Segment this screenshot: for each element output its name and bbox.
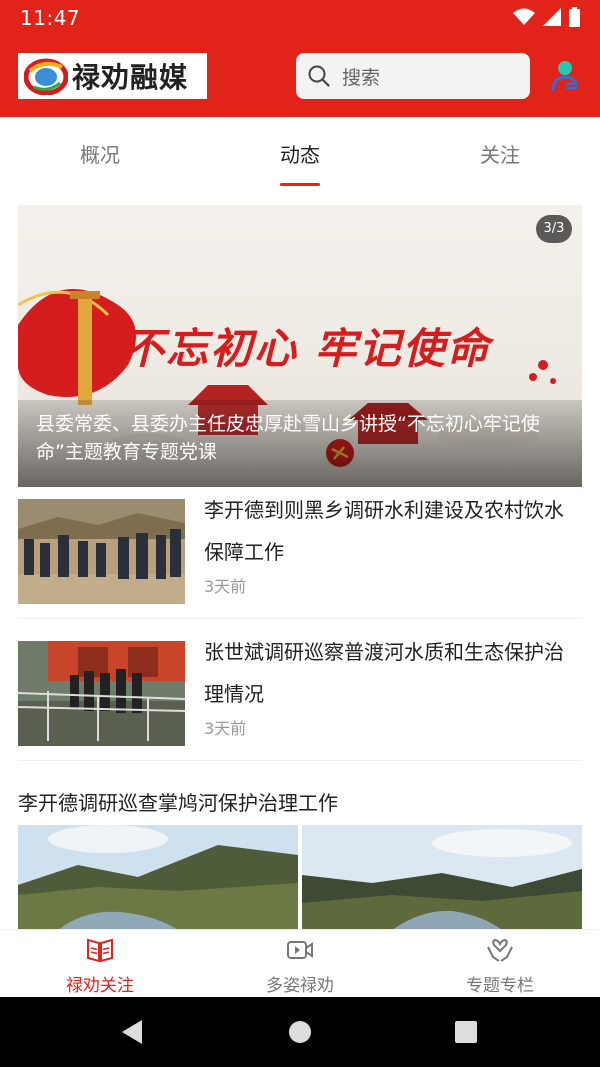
home-icon[interactable] [288, 1019, 312, 1045]
video-icon [287, 941, 313, 959]
app-logo: 禄劝融媒 [18, 53, 207, 99]
tab-overview[interactable]: 概况 [0, 139, 200, 168]
search-input[interactable]: 搜索 [296, 53, 530, 99]
system-navigation-bar [0, 997, 600, 1067]
book-icon [87, 938, 113, 963]
banner-page-counter: 3/3 [536, 215, 572, 243]
tab-news[interactable]: 动态 [200, 139, 400, 168]
bottom-navigation: 禄劝关注 多姿禄劝 专题专栏 [0, 929, 600, 997]
user-icon[interactable] [550, 60, 578, 92]
logo-mark-icon [24, 58, 68, 95]
back-icon[interactable] [120, 1019, 144, 1045]
news-thumbnail [18, 641, 185, 746]
hands-icon [487, 938, 513, 962]
logo-text: 禄劝融媒 [72, 61, 189, 94]
status-time: 11:47 [20, 6, 81, 30]
news-title: 张世斌调研巡察普渡河水质和生态保护治理情况 [204, 640, 564, 706]
news-time: 3天前 [204, 719, 247, 738]
banner-slogan: 不忘初心 牢记使命 [122, 324, 491, 373]
nav-luquan-focus[interactable]: 禄劝关注 [0, 930, 200, 998]
battery-icon [569, 7, 580, 27]
gallery-image[interactable] [18, 825, 298, 930]
search-icon [308, 65, 330, 87]
status-bar: 11:47 [0, 0, 600, 35]
news-thumbnail [18, 499, 185, 604]
status-icons [513, 7, 580, 27]
banner-carousel[interactable]: 不忘初心 牢记使命 3/3 县委常委、县委办主任皮忠厚赴雪山乡讲授“不忘初心牢记… [18, 205, 582, 487]
nav-label: 多姿禄劝 [266, 976, 334, 996]
nav-label: 专题专栏 [466, 976, 534, 996]
app-header: 禄劝融媒 搜索 [0, 35, 600, 117]
gallery-news-title[interactable]: 李开德调研巡查掌鸠河保护治理工作 [18, 787, 338, 816]
news-title: 李开德到则黑乡调研水利建设及农村饮水保障工作 [204, 498, 564, 564]
banner-caption: 县委常委、县委办主任皮忠厚赴雪山乡讲授“不忘初心牢记使命”主题教育专题党课 [18, 400, 582, 487]
news-item[interactable]: 李开德到则黑乡调研水利建设及农村饮水保障工作 3天前 [18, 487, 582, 619]
gallery-image[interactable] [302, 825, 582, 930]
news-time: 3天前 [204, 577, 247, 596]
signal-icon [543, 8, 561, 26]
search-placeholder: 搜索 [342, 66, 381, 89]
tab-follow[interactable]: 关注 [400, 139, 600, 168]
news-item[interactable]: 张世斌调研巡察普渡河水质和生态保护治理情况 3天前 [18, 629, 582, 761]
wifi-icon [513, 8, 535, 25]
nav-luquan-views[interactable]: 多姿禄劝 [200, 930, 400, 998]
nav-label: 禄劝关注 [66, 976, 134, 996]
active-tab-indicator [280, 183, 320, 186]
top-tabs: 概况 动态 关注 [0, 117, 600, 187]
recents-icon[interactable] [454, 1019, 478, 1045]
nav-special-topics[interactable]: 专题专栏 [400, 930, 600, 998]
